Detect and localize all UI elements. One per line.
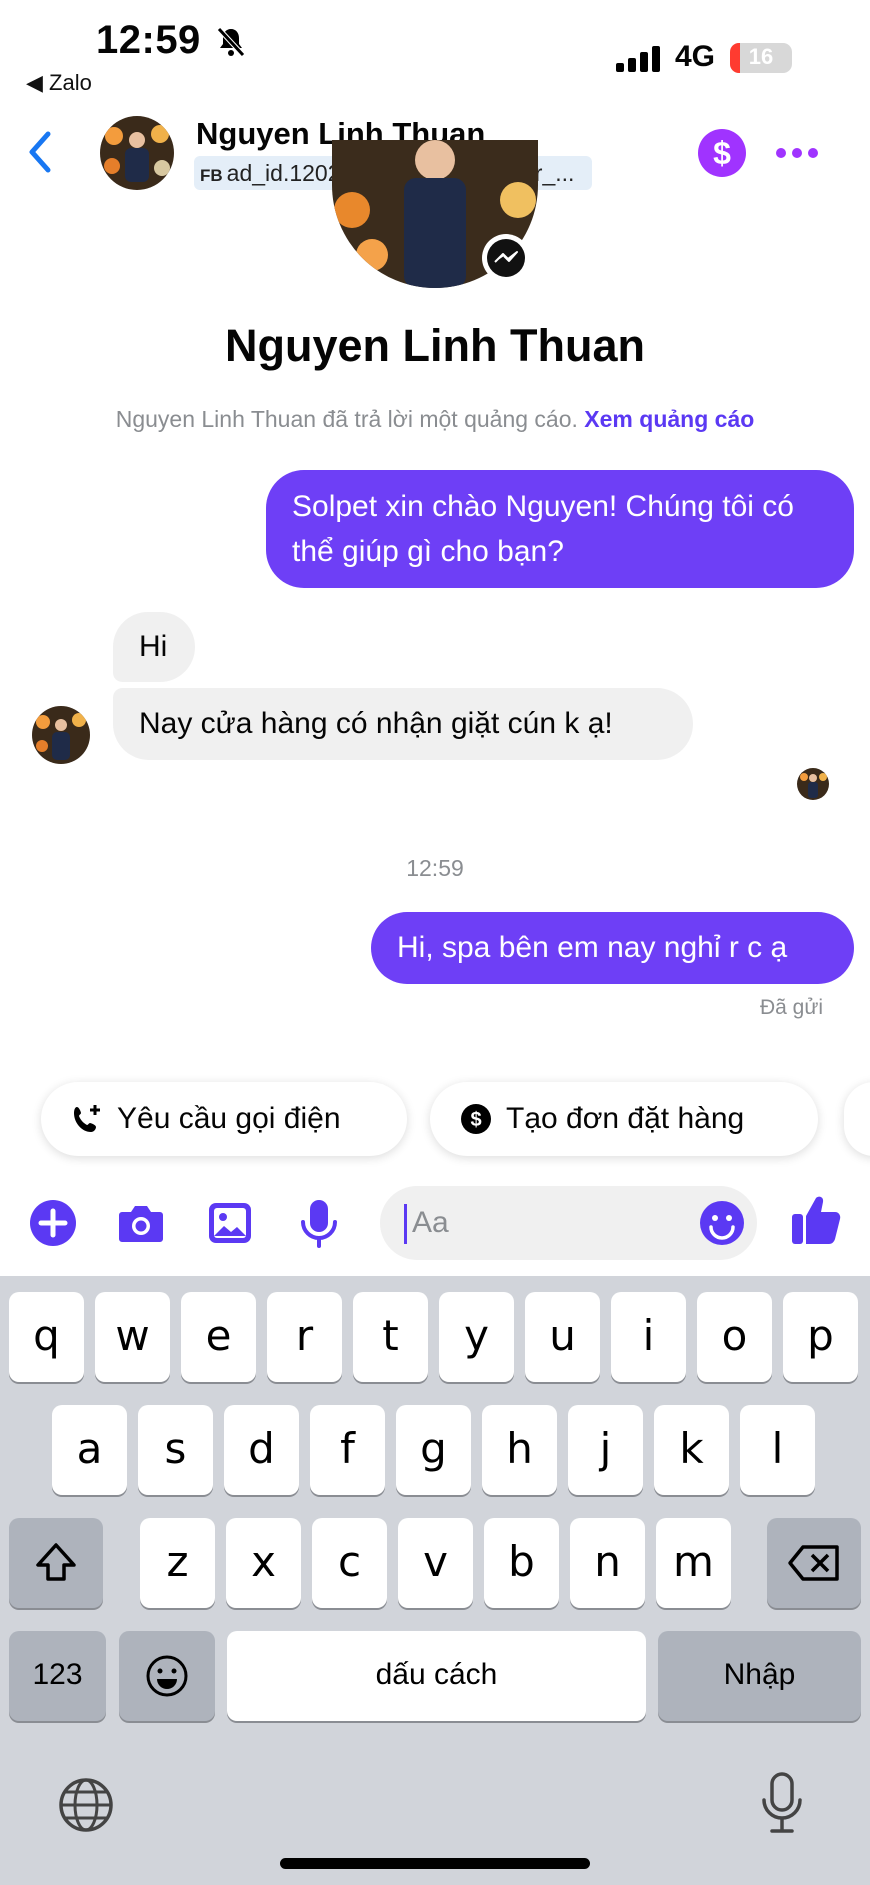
return-key[interactable]: Nhập	[658, 1631, 861, 1721]
message-timestamp: 12:59	[406, 855, 464, 881]
dollar-circle-icon: $	[461, 1104, 491, 1134]
seen-indicator-avatar	[797, 768, 829, 800]
key-f[interactable]: f	[310, 1405, 385, 1495]
key-r[interactable]: r	[267, 1292, 342, 1382]
bell-slash-icon	[217, 27, 246, 58]
gallery-icon[interactable]	[205, 1198, 255, 1248]
backspace-icon	[788, 1545, 839, 1581]
key-h[interactable]: h	[482, 1405, 557, 1495]
key-m[interactable]: m	[656, 1518, 731, 1608]
request-call-label: Yêu cầu gọi điện	[117, 1102, 341, 1135]
key-w[interactable]: w	[95, 1292, 170, 1382]
payment-button[interactable]: $	[698, 129, 746, 177]
outgoing-message[interactable]: Solpet xin chào Nguyen! Chúng tôi có thể…	[266, 470, 854, 588]
profile-name: Nguyen Linh Thuan	[225, 320, 645, 371]
key-j[interactable]: j	[568, 1405, 643, 1495]
plus-icon[interactable]	[28, 1198, 78, 1248]
create-order-chip[interactable]: $ Tạo đơn đặt hàng	[430, 1082, 818, 1156]
key-n[interactable]: n	[570, 1518, 645, 1608]
home-indicator	[280, 1858, 590, 1869]
key-v[interactable]: v	[398, 1518, 473, 1608]
key-i[interactable]: i	[611, 1292, 686, 1382]
key-l[interactable]: l	[740, 1405, 815, 1495]
key-q[interactable]: q	[9, 1292, 84, 1382]
key-e[interactable]: e	[181, 1292, 256, 1382]
incoming-message[interactable]: Nay cửa hàng có nhận giặt cún k ạ!	[113, 688, 693, 760]
key-d[interactable]: d	[224, 1405, 299, 1495]
outgoing-message[interactable]: Hi, spa bên em nay nghỉ r c ạ	[371, 912, 854, 984]
emoji-keyboard-key[interactable]	[119, 1631, 215, 1721]
more-options-icon[interactable]	[774, 138, 820, 168]
key-a[interactable]: a	[52, 1405, 127, 1495]
request-call-chip[interactable]: Yêu cầu gọi điện	[41, 1082, 407, 1156]
network-type: 4G	[675, 40, 716, 73]
back-to-zalo-link[interactable]: ◀ Zalo	[26, 70, 92, 96]
key-p[interactable]: p	[783, 1292, 858, 1382]
key-z[interactable]: z	[140, 1518, 215, 1608]
message-composer[interactable]	[380, 1186, 757, 1260]
back-arrow-icon[interactable]	[24, 128, 56, 176]
shift-icon	[36, 1543, 76, 1581]
text-cursor	[404, 1204, 407, 1244]
shift-key[interactable]	[9, 1518, 103, 1608]
key-t[interactable]: t	[353, 1292, 428, 1382]
status-time: 12:59	[96, 18, 246, 63]
thumbs-up-icon[interactable]	[790, 1192, 844, 1246]
backspace-key[interactable]	[767, 1518, 861, 1608]
key-s[interactable]: s	[138, 1405, 213, 1495]
numbers-key[interactable]: 123	[9, 1631, 106, 1721]
microphone-icon[interactable]	[294, 1198, 344, 1248]
messenger-icon	[482, 234, 530, 282]
ad-reply-note: Nguyen Linh Thuan đã trả lời một quảng c…	[115, 406, 755, 432]
dictation-icon[interactable]	[754, 1770, 810, 1838]
view-ad-link[interactable]: Xem quảng cáo	[584, 406, 754, 432]
incoming-message[interactable]: Hi	[113, 612, 195, 682]
signal-icon	[616, 46, 660, 72]
create-order-label: Tạo đơn đặt hàng	[506, 1102, 745, 1135]
svg-text:$: $	[470, 1109, 481, 1131]
key-c[interactable]: c	[312, 1518, 387, 1608]
key-x[interactable]: x	[226, 1518, 301, 1608]
key-y[interactable]: y	[439, 1292, 514, 1382]
emoji-keyboard-icon	[146, 1655, 188, 1697]
emoji-icon[interactable]	[699, 1200, 745, 1246]
sent-status: Đã gửi	[760, 996, 824, 1019]
key-k[interactable]: k	[654, 1405, 729, 1495]
key-o[interactable]: o	[697, 1292, 772, 1382]
message-input[interactable]	[412, 1202, 662, 1244]
battery-indicator: 16	[730, 43, 792, 73]
sender-avatar[interactable]	[32, 706, 90, 764]
key-u[interactable]: u	[525, 1292, 600, 1382]
avatar[interactable]	[100, 116, 174, 190]
camera-icon[interactable]	[116, 1198, 166, 1248]
space-key[interactable]: dấu cách	[227, 1631, 646, 1721]
phone-plus-icon	[74, 1105, 100, 1132]
globe-icon[interactable]	[56, 1775, 116, 1835]
key-g[interactable]: g	[396, 1405, 471, 1495]
more-quick-reply-chip[interactable]	[844, 1082, 870, 1156]
key-b[interactable]: b	[484, 1518, 559, 1608]
